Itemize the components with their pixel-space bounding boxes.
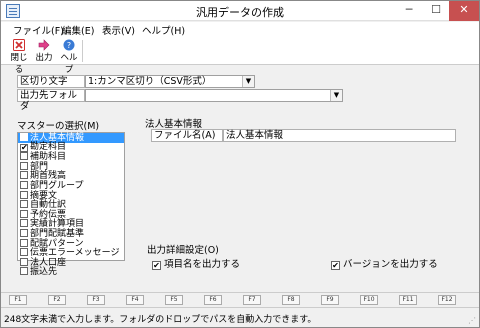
checkbox-box[interactable] [20,152,28,161]
status-text: 248文字未満で入力します。フォルダのドロップでパスを自動入力できます。 [4,315,317,325]
list-item[interactable]: 部門グループ [18,180,124,191]
title-bar[interactable]: 汎用データの作成 ─ ☐ ✕ [1,1,479,21]
list-item-label: 部門配賦基準 [30,228,85,239]
list-item[interactable]: 実績計算項目 [18,219,124,229]
folder-dropdown-icon[interactable]: ▼ [330,90,342,101]
list-item[interactable]: 摘要文 [18,190,124,200]
list-item-label: 伝票エラーメッセージ [30,248,120,259]
menu-bar: ファイル(F) 編集(E) 表示(V) ヘルプ(H) [1,22,479,37]
checkbox-box[interactable]: ✔ [152,261,161,270]
list-item[interactable]: 部門 [18,161,124,172]
list-item-label: 勘定科目 [30,141,67,152]
checkbox-box[interactable] [20,238,28,247]
list-item[interactable]: 振込先 [18,267,124,277]
checkbox-box[interactable] [20,267,28,276]
function-key-3[interactable]: F3 [87,295,105,305]
list-item-label: 期首残高 [30,171,67,182]
checkbox-box[interactable] [20,171,28,180]
toolbar: 閉じる 出力 ? ヘルプ [1,37,479,75]
checkbox-box[interactable] [20,161,28,170]
checkbox-box[interactable] [20,180,28,189]
toolbar-separator [82,40,83,62]
output-settings-title: 出力詳細設定(O) [147,245,219,256]
status-bar: 248文字未満で入力します。フォルダのドロップでパスを自動入力できます。 ⋰ [1,307,479,327]
function-key-5[interactable]: F5 [165,295,183,305]
list-item[interactable]: 期首残高 [18,171,124,181]
checkbox-box[interactable] [20,190,28,199]
folder-input[interactable]: ▼ [85,89,343,102]
list-item[interactable]: 部門配賦基準 [18,228,124,239]
filename-input[interactable]: 法人基本情報 [223,129,456,142]
list-item-label: 実績計算項目 [30,219,85,230]
list-item[interactable]: 予約伝票 [18,209,124,220]
checkbox-box[interactable] [20,228,28,237]
function-key-6[interactable]: F6 [204,295,222,305]
function-key-1[interactable]: F1 [9,295,27,305]
item-name-checkbox[interactable]: ✔ 項目名を出力する [152,256,240,270]
maximize-button[interactable]: ☐ [422,1,450,21]
close-toolbar-button[interactable]: 閉じる [7,38,31,75]
list-item-label: 自動仕訳 [30,200,67,211]
menu-view[interactable]: 表示(V) [102,23,135,37]
close-window-button[interactable]: ✕ [449,1,479,21]
help-toolbar-label: ヘルプ [60,53,78,75]
checkbox-box[interactable] [20,257,28,266]
list-item[interactable]: ✔ 勘定科目 [18,141,124,153]
help-toolbar-button[interactable]: ? ヘルプ [57,38,81,75]
checkbox-box[interactable]: ✔ [20,143,28,152]
list-item-label: 振込先 [30,267,58,278]
function-key-4[interactable]: F4 [126,295,144,305]
master-listbox[interactable]: 法人基本情報 ✔ 勘定科目 補助科目 部門 期首残高 部門グループ 摘要文 自動仕訳 予約伝票 実績… [17,132,125,277]
svg-text:?: ? [67,41,71,50]
checkbox-box[interactable] [20,219,28,228]
list-item[interactable]: 法人口座 [18,257,124,268]
list-item[interactable]: 補助科目 [18,152,124,162]
output-toolbar-button[interactable]: 出力 [32,38,56,64]
folder-label: 出力先フォルダ [17,89,85,112]
list-item[interactable]: 配賦パターン [18,238,124,248]
function-key-11[interactable]: F11 [399,295,417,305]
delimiter-label: 区切り文字 [17,75,85,88]
application-window: 汎用データの作成 ─ ☐ ✕ ファイル(F) 編集(E) 表示(V) ヘルプ(H… [0,0,480,328]
master-select-title: マスターの選択(M) [17,121,100,132]
detail-panel-title: 法人基本情報 [145,119,203,130]
function-key-10[interactable]: F10 [360,295,378,305]
arrow-right-icon [38,39,50,51]
function-key-9[interactable]: F9 [321,295,339,305]
checkbox-box[interactable] [20,200,28,209]
chevron-down-icon[interactable]: ▼ [242,76,254,87]
filename-label: ファイル名(A) [151,129,223,142]
menu-edit[interactable]: 編集(E) [62,23,94,37]
function-key-bar: F1 F2 F3 F4 F5 F6 F7 F8 F9 F10 F11 F12 [1,292,479,306]
close-x-icon [13,39,25,51]
item-name-label: 項目名を出力する [164,259,241,270]
function-key-8[interactable]: F8 [282,295,300,305]
version-label: バージョンを出力する [343,259,438,270]
function-key-12[interactable]: F12 [438,295,456,305]
output-toolbar-label: 出力 [35,53,53,63]
menu-help[interactable]: ヘルプ(H) [142,23,185,37]
menu-file[interactable]: ファイル(F) [13,23,64,37]
list-item[interactable]: 伝票エラーメッセージ [18,248,124,258]
delimiter-value: 1:カンマ区切り（CSV形式） [88,76,212,87]
help-icon: ? [63,39,75,51]
delimiter-select[interactable]: 1:カンマ区切り（CSV形式） ▼ [85,75,255,88]
resize-grip-icon[interactable]: ⋰ [468,316,477,325]
close-toolbar-label: 閉じる [10,53,28,75]
list-item-label: 補助科目 [30,152,67,163]
version-checkbox[interactable]: ✔ バージョンを出力する [331,256,438,270]
checkbox-box[interactable] [20,133,28,141]
function-key-2[interactable]: F2 [48,295,66,305]
list-item-label: 部門グループ [30,180,84,191]
checkbox-box[interactable]: ✔ [331,261,340,270]
minimize-button[interactable]: ─ [395,1,423,21]
checkbox-box[interactable] [20,248,28,257]
checkbox-box[interactable] [20,209,28,218]
function-key-7[interactable]: F7 [243,295,261,305]
list-item[interactable]: 自動仕訳 [18,200,124,210]
